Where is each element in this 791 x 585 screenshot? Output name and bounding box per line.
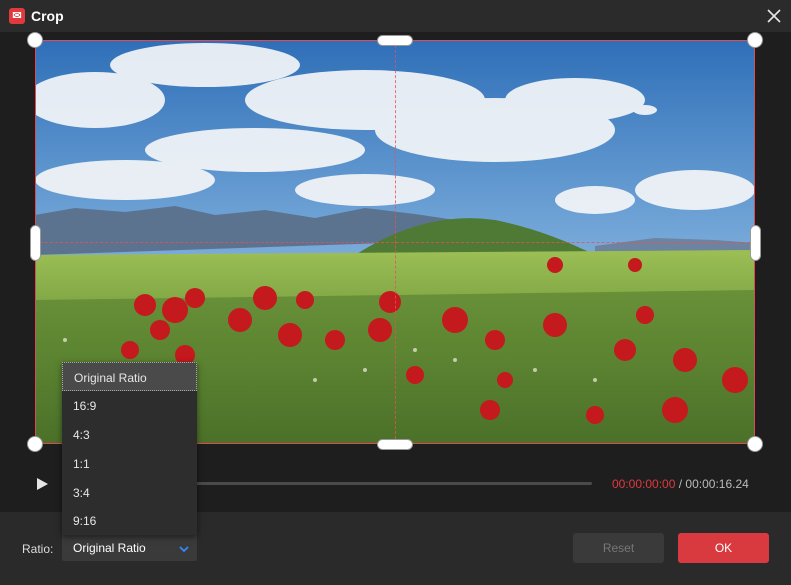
current-time: 00:00:00:00 <box>612 477 676 491</box>
ratio-option-4-3[interactable]: 4:3 <box>62 420 197 449</box>
ratio-option-9-16[interactable]: 9:16 <box>62 506 197 535</box>
time-separator: / <box>675 477 686 491</box>
ratio-select[interactable]: Original Ratio <box>62 534 197 561</box>
timecode: 00:00:00:00 / 00:00:16.24 <box>612 477 749 491</box>
ratio-option-label: 9:16 <box>73 514 97 528</box>
crop-handle-left[interactable] <box>30 225 41 261</box>
chevron-down-icon <box>178 542 190 554</box>
ratio-option-label: 3:4 <box>73 486 90 500</box>
crop-guide-horizontal <box>35 242 755 243</box>
crop-handle-right[interactable] <box>750 225 761 261</box>
total-time: 00:00:16.24 <box>685 477 749 491</box>
ratio-option-1-1[interactable]: 1:1 <box>62 449 197 478</box>
ratio-option-16-9[interactable]: 16:9 <box>62 391 197 420</box>
ok-button[interactable]: OK <box>678 533 769 563</box>
ratio-option-3-4[interactable]: 3:4 <box>62 478 197 507</box>
ratio-dropdown-menu: Original Ratio 16:9 4:3 1:1 3:4 9:16 <box>62 362 197 535</box>
crop-handle-bottom-right[interactable] <box>747 436 763 452</box>
close-icon[interactable] <box>764 6 784 26</box>
ratio-option-label: 1:1 <box>73 457 90 471</box>
ratio-option-original[interactable]: Original Ratio <box>62 362 197 391</box>
ratio-option-label: Original Ratio <box>74 371 147 385</box>
crop-handle-bottom[interactable] <box>377 439 413 450</box>
ratio-select-value: Original Ratio <box>73 541 146 555</box>
ratio-option-label: 4:3 <box>73 428 90 442</box>
window-title: Crop <box>31 8 64 24</box>
ratio-option-label: 16:9 <box>73 399 97 413</box>
crop-handle-top-right[interactable] <box>747 32 763 48</box>
title-bar: ✉ Crop <box>0 0 791 32</box>
app-logo-icon: ✉ <box>9 8 25 24</box>
crop-handle-top[interactable] <box>377 35 413 46</box>
crop-handle-bottom-left[interactable] <box>27 436 43 452</box>
crop-handle-top-left[interactable] <box>27 32 43 48</box>
play-icon[interactable] <box>34 476 50 492</box>
ratio-label: Ratio: <box>22 542 54 556</box>
reset-button[interactable]: Reset <box>573 533 664 563</box>
